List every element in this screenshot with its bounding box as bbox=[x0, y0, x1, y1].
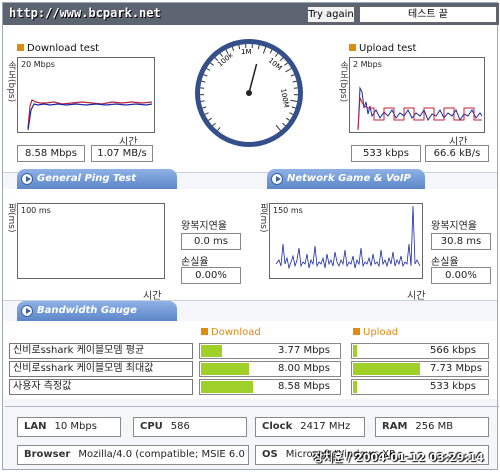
upload-title: Upload test bbox=[349, 43, 416, 54]
try-again-button[interactable]: Try again bbox=[307, 6, 355, 23]
clock-info: Clock 2417 MHz bbox=[255, 417, 365, 437]
bandwidth-download-bar bbox=[201, 345, 222, 357]
end-test-button[interactable]: 테스트 끝 bbox=[359, 6, 497, 23]
upload-kbs: 66.6 kB/s bbox=[425, 145, 489, 162]
game-rtt-label: 왕복지연율 bbox=[431, 221, 477, 232]
ping-loss-label: 손실율 bbox=[181, 257, 209, 268]
play-icon bbox=[21, 173, 33, 185]
ping-scale: 100 ms bbox=[21, 206, 51, 215]
bandwidth-upload-value: 7.73 Mbps bbox=[430, 363, 482, 374]
site-url[interactable]: http://www.bcpark.net bbox=[9, 6, 161, 20]
tab-network-game-voip[interactable]: Network Game & VoIP Test bbox=[267, 169, 425, 204]
download-mbps: 8.58 Mbps bbox=[17, 145, 85, 162]
download-dot-icon bbox=[201, 328, 208, 335]
bandwidth-upload-cell: 533 kbps bbox=[351, 379, 489, 395]
cpu-value: 586 bbox=[170, 421, 190, 432]
browser-value: Mozilla/4.0 (compatible; MSIE 6.0 bbox=[78, 449, 245, 460]
gauge-hub bbox=[246, 90, 252, 96]
ping-time-label: 시간 bbox=[143, 291, 162, 302]
game-loss-label: 손실율 bbox=[431, 257, 459, 268]
play-icon bbox=[271, 173, 283, 185]
bandwidth-row-name: 신비로sshark 케이블모뎀 최대값 bbox=[9, 361, 193, 377]
lan-value: 10 Mbps bbox=[54, 421, 97, 432]
ram-label: RAM bbox=[382, 421, 408, 432]
upload-graph: 2 Mbps bbox=[349, 57, 485, 133]
upload-dot-icon bbox=[349, 44, 356, 51]
lan-info: LAN 10 Mbps bbox=[17, 417, 121, 437]
bandwidth-download-cell: 8.00 Mbps bbox=[199, 361, 341, 377]
browser-label: Browser bbox=[24, 449, 71, 460]
speedtest-window: http://www.bcpark.net Try again 테스트 끝 Do… bbox=[2, 2, 499, 470]
gauge-tick-1m: 1M bbox=[241, 48, 252, 56]
cpu-info: CPU 586 bbox=[133, 417, 247, 437]
game-loss: 0.00% bbox=[431, 267, 491, 284]
gauge-tick-mark bbox=[200, 100, 205, 103]
ram-value: 256 MB bbox=[415, 421, 454, 432]
bandwidth-upload-bar bbox=[353, 345, 357, 357]
bandwidth-upload-header-text: Upload bbox=[363, 327, 399, 338]
upload-kbps: 533 kbps bbox=[351, 145, 421, 162]
play-icon bbox=[21, 305, 33, 317]
lan-label: LAN bbox=[24, 421, 47, 432]
watermark: 장치훈 / 2004-01-12 03:29:14 bbox=[313, 451, 484, 464]
bandwidth-download-cell: 8.58 Mbps bbox=[199, 379, 341, 395]
download-chart-svg bbox=[27, 99, 153, 131]
tab-bandwidth-gauge[interactable]: Bandwidth Gauge bbox=[17, 301, 177, 321]
clock-label: Clock bbox=[262, 421, 293, 432]
title-bar: http://www.bcpark.net Try again 테스트 끝 bbox=[3, 3, 499, 25]
bandwidth-row-name: 신비로sshark 케이블모뎀 평균 bbox=[9, 343, 193, 359]
tab-general-ping[interactable]: General Ping Test bbox=[17, 169, 177, 189]
bandwidth-download-value: 8.58 Mbps bbox=[278, 381, 330, 392]
cpu-label: CPU bbox=[140, 421, 163, 432]
ping-rtt: 0.0 ms bbox=[181, 233, 241, 250]
download-line-blue bbox=[27, 103, 153, 131]
bandwidth-upload-value: 533 kbps bbox=[430, 381, 476, 392]
game-rtt: 30.8 ms bbox=[431, 233, 491, 250]
bandwidth-section: Download Upload 신비로sshark 케이블모뎀 평균 3.77 M… bbox=[3, 321, 497, 399]
bandwidth-row-name: 사용자 측정값 bbox=[9, 379, 193, 395]
download-mbs: 1.07 MB/s bbox=[91, 145, 153, 162]
upload-chart-svg bbox=[357, 86, 483, 131]
game-time-label: 시간 bbox=[407, 291, 426, 302]
tab-general-ping-label: General Ping Test bbox=[37, 173, 137, 184]
bandwidth-upload-cell: 7.73 Mbps bbox=[351, 361, 489, 377]
download-title: Download test bbox=[17, 43, 99, 54]
speed-gauge: 100k 1M 10M 100M bbox=[193, 37, 305, 149]
upload-dot-icon bbox=[353, 328, 360, 335]
bandwidth-download-bar bbox=[201, 381, 253, 393]
bandwidth-download-header-text: Download bbox=[211, 327, 261, 338]
ram-info: RAM 256 MB bbox=[375, 417, 489, 437]
game-chart-svg bbox=[275, 205, 421, 270]
bandwidth-upload-cell: 566 kbps bbox=[351, 343, 489, 359]
ping-graph: 100 ms bbox=[17, 203, 165, 279]
download-title-text: Download test bbox=[27, 43, 100, 54]
download-dot-icon bbox=[17, 44, 24, 51]
ping-rtt-label: 왕복지연율 bbox=[181, 221, 227, 232]
download-graph: 20 Mbps bbox=[17, 57, 155, 133]
bandwidth-download-header: Download bbox=[201, 327, 261, 338]
bandwidth-upload-value: 566 kbps bbox=[430, 345, 476, 356]
speed-section: Download test 속도(bps) 20 Mbps 시간 8.58 Mb… bbox=[3, 25, 497, 173]
gauge-svg: 100k 1M 10M 100M bbox=[195, 39, 303, 147]
bandwidth-download-bar bbox=[201, 363, 249, 375]
game-graph: 150 ms bbox=[269, 203, 423, 279]
info-divider bbox=[5, 406, 499, 407]
bandwidth-upload-bar bbox=[353, 381, 357, 393]
browser-info: Browser Mozilla/4.0 (compatible; MSIE 6.0 bbox=[17, 445, 249, 465]
bandwidth-download-value: 8.00 Mbps bbox=[278, 363, 330, 374]
bandwidth-download-value: 3.77 Mbps bbox=[278, 345, 330, 356]
ping-section: 핑(ms) 100 ms 시간 왕복지연율 0.0 ms 손실율 0.00% 핑… bbox=[3, 189, 497, 302]
upload-line-blue bbox=[357, 86, 483, 131]
game-ping-line bbox=[275, 205, 421, 270]
ping-loss: 0.00% bbox=[181, 267, 241, 284]
clock-value: 2417 MHz bbox=[300, 421, 351, 432]
bandwidth-upload-bar bbox=[353, 363, 420, 375]
upload-title-text: Upload test bbox=[359, 43, 417, 54]
bandwidth-upload-header: Upload bbox=[353, 327, 398, 338]
bandwidth-download-cell: 3.77 Mbps bbox=[199, 343, 341, 359]
tab-bandwidth-gauge-label: Bandwidth Gauge bbox=[37, 305, 137, 316]
os-label: OS bbox=[262, 449, 278, 460]
